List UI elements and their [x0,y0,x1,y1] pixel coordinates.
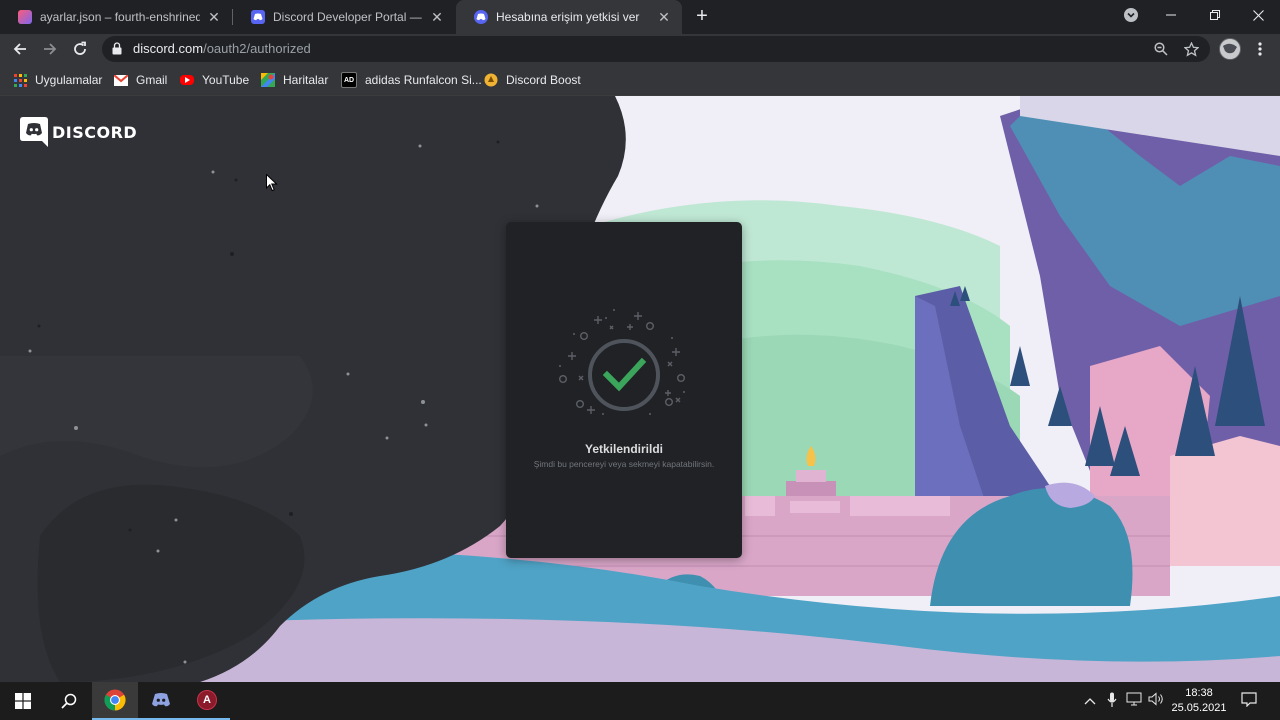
zoom-icon[interactable] [1152,40,1170,58]
discord-icon [474,10,488,24]
bookmark-label: adidas Runfalcon Si... [365,73,482,87]
arrow-left-icon [13,43,26,55]
windows-logo-icon [15,693,31,709]
search-button[interactable] [46,682,92,720]
tab-title: Hesabına erişim yetkisi ver [496,10,640,24]
taskbar-clock[interactable]: 18:38 25.05.2021 [1168,686,1230,716]
chevron-up-icon [1084,698,1096,705]
tray-volume[interactable] [1147,692,1165,710]
windows-taskbar: A 18:38 25.05.2021 [0,682,1280,720]
minimize-icon [1166,14,1176,16]
menu-icon[interactable] [1250,37,1270,61]
boost-icon [484,73,498,87]
address-bar[interactable]: discord.com/oauth2/authorized [102,36,1210,62]
bookmark-label: Uygulamalar [35,73,103,87]
network-icon [1126,692,1142,706]
discord-icon [251,10,265,24]
close-icon[interactable]: ✕ [429,9,445,25]
minimize-button[interactable] [1149,0,1193,30]
bookmark-label: Gmail [136,73,168,87]
microphone-icon [1107,692,1117,707]
profile-avatar[interactable] [1219,38,1241,60]
bookmark-label: Haritalar [283,73,329,87]
tray-overflow-button[interactable] [1081,692,1099,710]
close-icon [1252,9,1264,21]
new-tab-button[interactable]: + [690,5,714,29]
adidas-icon: AD [341,72,357,88]
url-text: discord.com/oauth2/authorized [133,41,311,56]
url-path: /oauth2/authorized [203,41,311,56]
reload-button[interactable] [68,37,92,61]
close-icon[interactable]: ✕ [656,9,672,25]
success-burst-illustration [558,309,685,415]
clock-date: 25.05.2021 [1171,702,1227,714]
chrome-icon [104,689,126,711]
reload-icon [74,41,86,55]
authorized-modal: Yetkilendirildi Şimdi bu pencereyi veya … [506,222,742,558]
mouse-pointer-icon [266,174,278,192]
modal-subtitle: Şimdi bu pencereyi veya sekmeyi kapatabi… [533,459,715,469]
restore-icon [1210,10,1220,20]
modal-title: Yetkilendirildi [584,442,664,456]
tab-title: ayarlar.json – fourth-enshrined-s [40,10,200,24]
gmail-icon [114,73,128,87]
bookmark-label: Discord Boost [506,73,581,87]
discord-icon [152,693,170,707]
discord-authorized-page: DISCORD Yetkilendirildi Şimdi bu pencere [0,96,1280,682]
notification-icon [1241,692,1257,708]
bookmark-apps[interactable]: Uygulamalar [13,71,102,89]
speaker-icon [1148,692,1163,706]
app-icon: A [197,690,217,710]
browser-toolbar: discord.com/oauth2/authorized [0,34,1280,64]
tab-oauth-authorized[interactable]: Hesabına erişim yetkisi ver ✕ [456,0,682,34]
start-button[interactable] [0,682,46,720]
bookmarks-bar: Uygulamalar Gmail YouTube Haritalar AD a… [0,64,1280,96]
tab-search-button[interactable] [1109,0,1153,30]
bookmark-gmail[interactable]: Gmail [114,71,167,89]
close-window-button[interactable] [1236,0,1280,30]
apps-grid-icon [13,73,27,87]
maps-icon [261,73,275,87]
url-host: discord.com [133,41,204,56]
discord-logo[interactable]: DISCORD [20,117,137,147]
forward-button[interactable] [38,37,62,61]
tab-title: Discord Developer Portal — My A [273,10,423,24]
back-button[interactable] [8,37,32,61]
notification-button[interactable] [1240,692,1258,710]
bookmark-star-icon[interactable] [1182,40,1200,58]
chevron-down-icon [1124,8,1138,22]
search-icon [61,693,77,709]
taskbar-app[interactable]: A [184,682,230,720]
clock-time: 18:38 [1185,687,1213,699]
bookmark-discord-boost[interactable]: Discord Boost [484,71,581,89]
tray-microphone[interactable] [1103,692,1121,710]
discord-wordmark: DISCORD [52,122,138,142]
youtube-icon [180,75,194,85]
bookmark-youtube[interactable]: YouTube [180,71,249,89]
bookmark-adidas[interactable]: AD adidas Runfalcon Si... [341,71,482,89]
tab-strip: ayarlar.json – fourth-enshrined-s ✕ Disc… [0,0,1280,34]
discord-logo-icon [20,117,48,147]
glitch-icon [18,10,32,24]
bookmark-label: YouTube [202,73,250,87]
taskbar-chrome[interactable] [92,682,138,720]
taskbar-discord[interactable] [138,682,184,720]
arrow-right-icon [44,43,57,55]
maximize-button[interactable] [1193,0,1237,30]
bookmark-maps[interactable]: Haritalar [261,71,328,89]
tab-ayarlar[interactable]: ayarlar.json – fourth-enshrined-s ✕ [0,0,232,34]
close-icon[interactable]: ✕ [206,9,222,25]
tab-developer-portal[interactable]: Discord Developer Portal — My A ✕ [233,0,455,34]
tray-network[interactable] [1125,692,1143,710]
lock-icon [112,42,122,55]
